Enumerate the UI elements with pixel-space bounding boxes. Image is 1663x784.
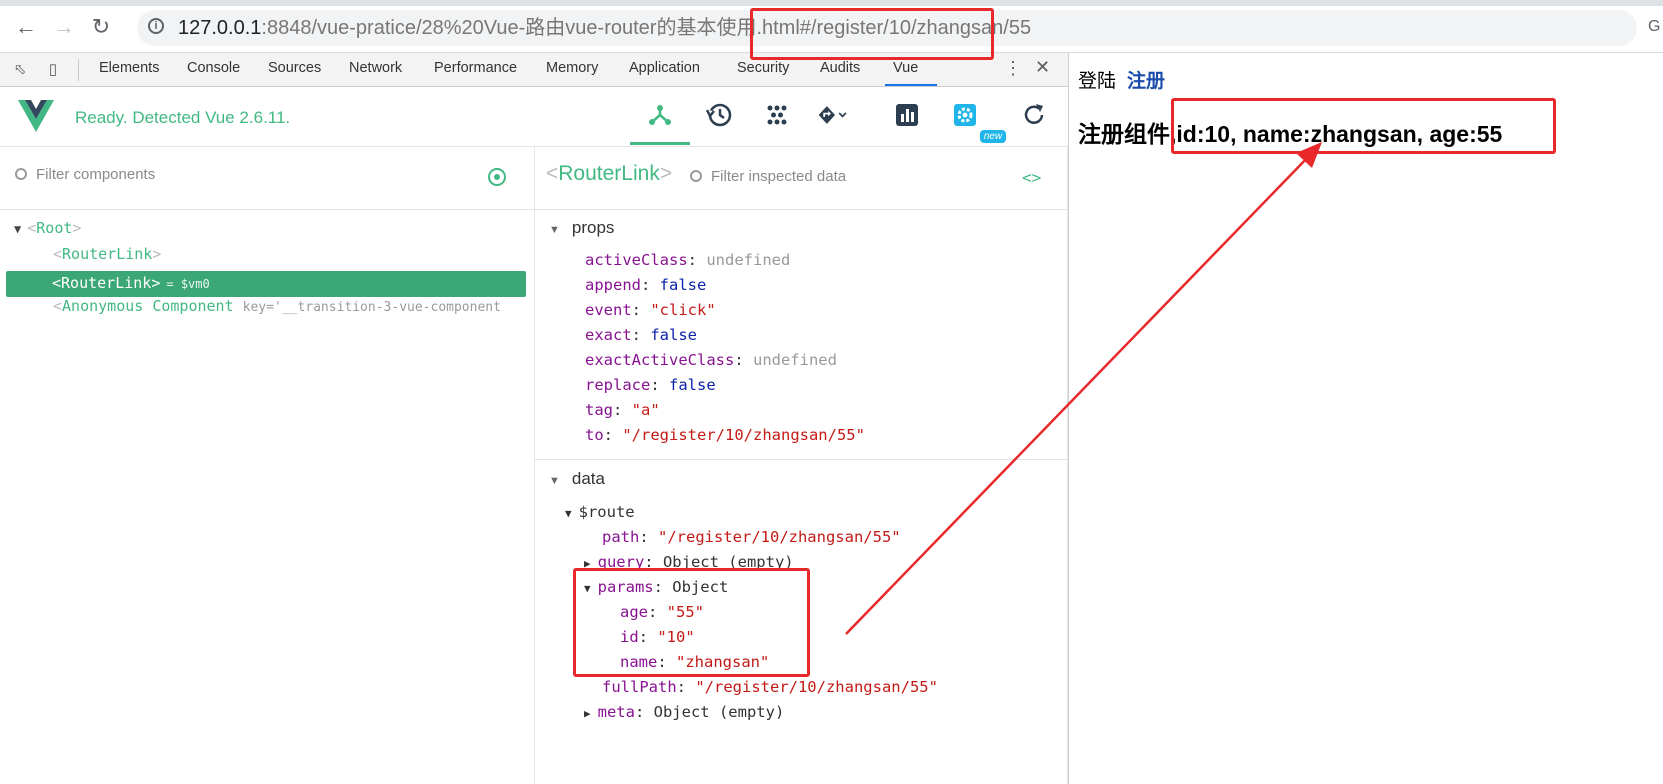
screen: ← → ↻ i 127.0.0.1:8848/vue-pratice/28%20… bbox=[0, 0, 1663, 784]
annotation-arrow bbox=[845, 142, 1322, 635]
